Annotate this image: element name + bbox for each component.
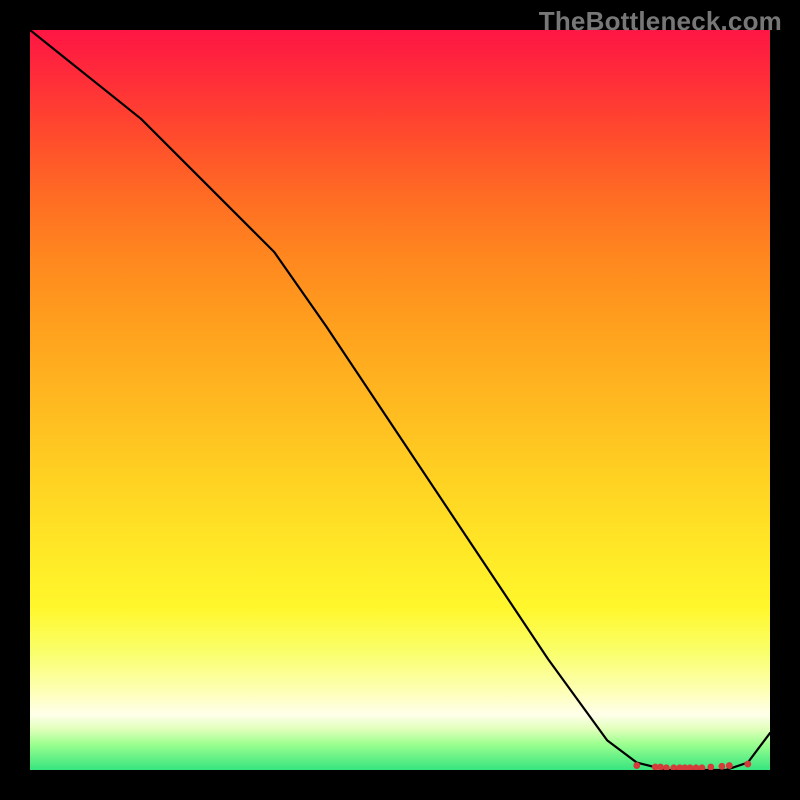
curve-path-group [30,30,770,770]
marker-dot [699,764,706,770]
plot-area [30,30,770,770]
marker-dot [663,764,670,770]
marker-dot [744,761,751,768]
marker-dot [693,764,700,770]
marker-dot [719,763,726,770]
marker-dot [726,762,733,769]
marker-dot [687,764,694,770]
marker-dot [670,764,677,770]
marker-dot [657,764,664,770]
marker-dot [707,764,714,770]
curve-line [30,30,770,770]
chart-frame: TheBottleneck.com [0,0,800,800]
watermark-label: TheBottleneck.com [539,6,782,37]
marker-dot [633,762,640,769]
chart-svg [30,30,770,770]
